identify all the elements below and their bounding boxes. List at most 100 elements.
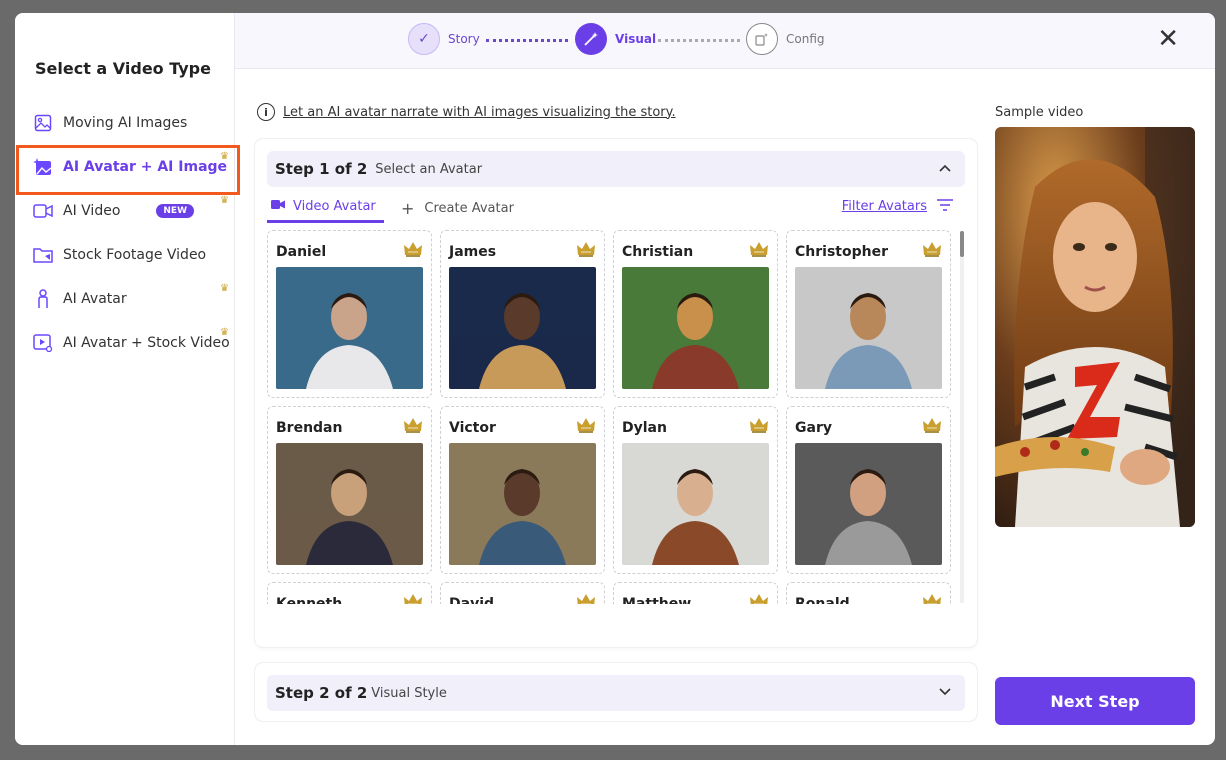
info-icon: i <box>257 103 275 121</box>
avatar-grid-scrollbar[interactable] <box>960 231 964 603</box>
stepper-bar: ✓ Story Visual Config ✕ <box>235 13 1215 69</box>
premium-crown-icon <box>922 416 942 434</box>
avatar-name: Christopher <box>795 244 888 260</box>
filter-avatars-button[interactable]: Filter Avatars <box>842 197 953 215</box>
sidebar-item-label: AI Avatar + Stock Video <box>63 335 230 351</box>
step2-title: Step 2 of 2 <box>275 684 368 702</box>
step2-header[interactable]: Step 2 of 2 Visual Style <box>267 675 965 711</box>
tab-create-avatar[interactable]: + Create Avatar <box>401 193 514 223</box>
avatar-name: Daniel <box>276 244 327 260</box>
tab-label: Video Avatar <box>293 199 376 214</box>
sidebar-item-ai-avatar-ai-image[interactable]: AI Avatar + AI Image ♛ <box>15 145 240 195</box>
avatar-name: Brendan <box>276 420 343 436</box>
chevron-up-icon[interactable] <box>939 160 951 176</box>
person-icon <box>33 289 53 309</box>
step-connector <box>658 39 740 42</box>
sidebar-item-label: AI Avatar + AI Image <box>63 159 228 175</box>
avatar-photo <box>622 443 769 565</box>
sidebar-item-stock-footage-video[interactable]: Stock Footage Video <box>15 233 235 277</box>
video-camera-icon <box>33 201 53 221</box>
step-label: Visual <box>615 32 657 46</box>
sidebar-item-ai-avatar[interactable]: AI Avatar ♛ <box>15 277 235 321</box>
avatar-photo <box>449 443 596 565</box>
sparkle-image-icon <box>33 157 53 177</box>
step-visual[interactable]: Visual <box>575 23 656 55</box>
premium-crown-icon <box>403 416 423 434</box>
avatar-tabs: Video Avatar + Create Avatar Filter Avat… <box>267 193 967 223</box>
avatar-card-daniel[interactable]: Daniel <box>267 230 432 398</box>
premium-crown-icon: ♛ <box>220 195 229 206</box>
plus-icon: + <box>401 198 415 218</box>
premium-crown-icon <box>576 240 596 258</box>
avatar-card-brendan[interactable]: Brendan <box>267 406 432 574</box>
close-icon[interactable]: ✕ <box>1157 26 1179 52</box>
premium-crown-icon <box>922 592 942 604</box>
avatar-card-gary[interactable]: Gary <box>786 406 951 574</box>
avatar-card-dylan[interactable]: Dylan <box>613 406 778 574</box>
step2-subtitle: Visual Style <box>371 685 447 701</box>
sidebar-title: Select a Video Type <box>35 59 211 78</box>
info-hint: i Let an AI avatar narrate with AI image… <box>257 103 676 121</box>
premium-crown-icon <box>922 240 942 258</box>
sample-video-label: Sample video <box>995 105 1084 120</box>
scrollbar-thumb[interactable] <box>960 231 964 257</box>
premium-crown-icon <box>403 592 423 604</box>
tab-video-avatar[interactable]: Video Avatar <box>267 193 384 223</box>
check-icon: ✓ <box>408 23 440 55</box>
avatar-name: Dylan <box>622 420 667 436</box>
premium-crown-icon: ♛ <box>220 151 229 162</box>
avatar-card-james[interactable]: James <box>440 230 605 398</box>
avatar-card-christian[interactable]: Christian <box>613 230 778 398</box>
avatar-name: James <box>449 244 497 260</box>
filter-icon <box>937 197 953 215</box>
sidebar-item-label: Moving AI Images <box>63 115 188 131</box>
config-icon <box>746 23 778 55</box>
folder-video-icon <box>33 245 53 265</box>
sidebar-item-ai-video[interactable]: AI Video NEW ♛ <box>15 189 235 233</box>
avatar-card-kenneth[interactable]: Kenneth <box>267 582 432 604</box>
premium-crown-icon: ♛ <box>220 327 229 338</box>
sidebar-item-label: AI Video <box>63 203 121 219</box>
avatar-card-matthew[interactable]: Matthew <box>613 582 778 604</box>
step1-card: Step 1 of 2 Select an Avatar Video Avata… <box>255 139 977 647</box>
step-label: Story <box>448 32 480 46</box>
step-config[interactable]: Config <box>746 23 825 55</box>
premium-crown-icon <box>403 240 423 258</box>
avatar-card-christopher[interactable]: Christopher <box>786 230 951 398</box>
avatar-card-victor[interactable]: Victor <box>440 406 605 574</box>
avatar-photo <box>449 267 596 389</box>
sidebar-item-moving-ai-images[interactable]: Moving AI Images <box>15 101 235 145</box>
sidebar-item-ai-avatar-stock-video[interactable]: AI Avatar + Stock Video ♛ <box>15 321 235 365</box>
sidebar-item-label: AI Avatar <box>63 291 127 307</box>
sample-video[interactable] <box>995 127 1195 527</box>
step-story[interactable]: ✓ Story <box>408 23 480 55</box>
avatar-card-david[interactable]: David <box>440 582 605 604</box>
premium-crown-icon <box>576 416 596 434</box>
avatar-photo <box>795 267 942 389</box>
info-link[interactable]: Let an AI avatar narrate with AI images … <box>283 105 676 120</box>
avatar-name: Victor <box>449 420 496 436</box>
magic-wand-icon <box>575 23 607 55</box>
avatar-photo <box>276 267 423 389</box>
step1-header[interactable]: Step 1 of 2 Select an Avatar <box>267 151 965 187</box>
video-type-modal: Select a Video Type Moving AI Images AI … <box>15 13 1215 745</box>
premium-crown-icon: ♛ <box>220 283 229 294</box>
premium-crown-icon <box>749 416 769 434</box>
new-badge: NEW <box>156 204 194 218</box>
avatar-name: Ronald <box>795 596 850 604</box>
play-screen-icon <box>33 333 53 353</box>
step-connector <box>486 39 568 42</box>
chevron-down-icon[interactable] <box>939 684 951 700</box>
avatar-name: Matthew <box>622 596 692 604</box>
step2-card: Step 2 of 2 Visual Style <box>255 663 977 721</box>
video-type-sidebar: Select a Video Type Moving AI Images AI … <box>15 13 240 745</box>
step1-subtitle: Select an Avatar <box>375 161 483 177</box>
avatar-grid: Daniel James Christian Christopher Brendan Vi… <box>267 230 953 604</box>
step1-title: Step 1 of 2 <box>275 160 368 178</box>
step-label: Config <box>786 32 825 46</box>
avatar-name: Gary <box>795 420 832 436</box>
avatar-photo <box>276 443 423 565</box>
next-step-button[interactable]: Next Step <box>995 677 1195 725</box>
avatar-card-ronald[interactable]: Ronald <box>786 582 951 604</box>
avatar-name: David <box>449 596 495 604</box>
